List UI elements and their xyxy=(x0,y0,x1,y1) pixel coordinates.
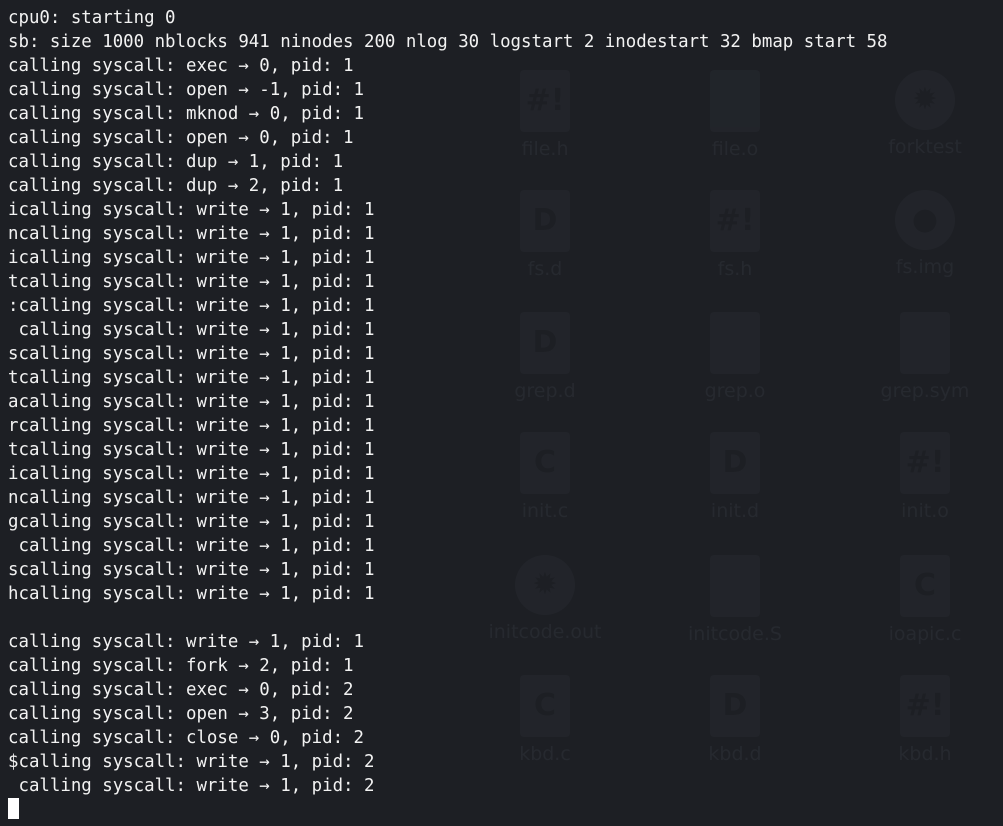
terminal-line: icalling syscall: write → 1, pid: 1 xyxy=(8,464,375,484)
terminal-line: calling syscall: open → -1, pid: 1 xyxy=(8,80,364,100)
terminal-line: icalling syscall: write → 1, pid: 1 xyxy=(8,248,375,268)
terminal-line: ncalling syscall: write → 1, pid: 1 xyxy=(8,224,375,244)
text-cursor xyxy=(8,798,19,819)
terminal-line: tcalling syscall: write → 1, pid: 1 xyxy=(8,440,375,460)
terminal-line: gcalling syscall: write → 1, pid: 1 xyxy=(8,512,375,532)
terminal-line: calling syscall: dup → 1, pid: 1 xyxy=(8,152,344,172)
terminal-line: rcalling syscall: write → 1, pid: 1 xyxy=(8,416,375,436)
terminal-line: calling syscall: exec → 0, pid: 1 xyxy=(8,56,354,76)
terminal-line: calling syscall: open → 0, pid: 1 xyxy=(8,128,354,148)
terminal-line: scalling syscall: write → 1, pid: 1 xyxy=(8,344,375,364)
terminal-line: hcalling syscall: write → 1, pid: 1 xyxy=(8,584,375,604)
terminal-line: calling syscall: dup → 2, pid: 1 xyxy=(8,176,344,196)
terminal-window[interactable]: cpu0: starting 0 sb: size 1000 nblocks 94… xyxy=(0,0,1003,826)
terminal-line: calling syscall: open → 3, pid: 2 xyxy=(8,704,354,724)
terminal-line: scalling syscall: write → 1, pid: 1 xyxy=(8,560,375,580)
terminal-line: calling syscall: write → 1, pid: 1 xyxy=(8,632,364,652)
terminal-line: :calling syscall: write → 1, pid: 1 xyxy=(8,296,375,316)
terminal-line: calling syscall: exec → 0, pid: 2 xyxy=(8,680,354,700)
terminal-line: sb: size 1000 nblocks 941 ninodes 200 nl… xyxy=(8,32,888,52)
terminal-line: tcalling syscall: write → 1, pid: 1 xyxy=(8,368,375,388)
terminal-prompt-line[interactable] xyxy=(8,798,1003,822)
terminal-line: $calling syscall: write → 1, pid: 2 xyxy=(8,752,375,772)
terminal-line: calling syscall: close → 0, pid: 2 xyxy=(8,728,364,748)
terminal-line: calling syscall: write → 1, pid: 1 xyxy=(8,536,375,556)
desktop-stage: #! file.h file.o ✹ forktest Dfs.d #! fs.h ● fs.im… xyxy=(0,0,1003,826)
terminal-line: icalling syscall: write → 1, pid: 1 xyxy=(8,200,375,220)
terminal-line: calling syscall: write → 1, pid: 1 xyxy=(8,320,375,340)
terminal-line: calling syscall: write → 1, pid: 2 xyxy=(8,776,375,796)
terminal-line: calling syscall: fork → 2, pid: 1 xyxy=(8,656,354,676)
terminal-line: tcalling syscall: write → 1, pid: 1 xyxy=(8,272,375,292)
terminal-line: ncalling syscall: write → 1, pid: 1 xyxy=(8,488,375,508)
terminal-line: cpu0: starting 0 xyxy=(8,8,176,28)
terminal-line: calling syscall: mknod → 0, pid: 1 xyxy=(8,104,364,124)
terminal-line: acalling syscall: write → 1, pid: 1 xyxy=(8,392,375,412)
terminal-output: cpu0: starting 0 sb: size 1000 nblocks 94… xyxy=(8,6,1003,798)
